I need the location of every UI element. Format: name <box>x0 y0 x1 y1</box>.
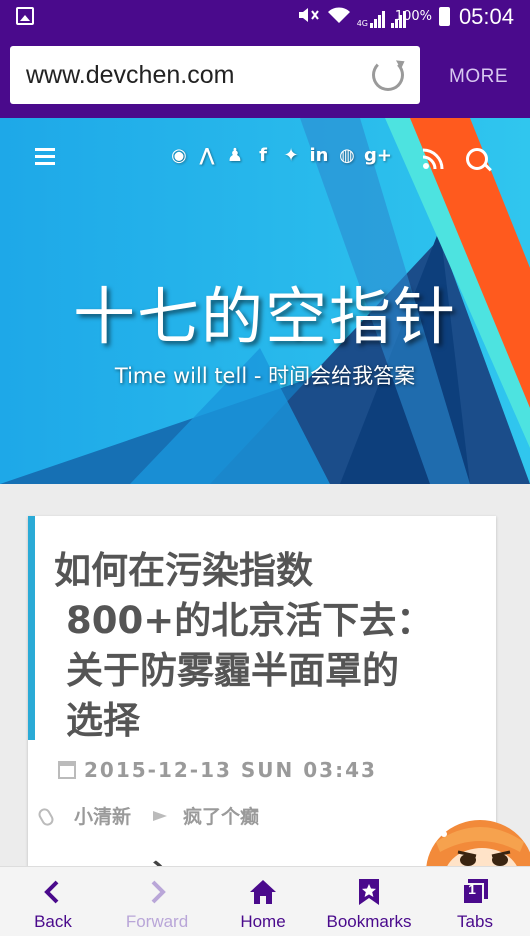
qq-icon[interactable]: ♟ <box>224 145 246 166</box>
facebook-icon[interactable]: f <box>252 145 274 166</box>
bookmarks-button[interactable]: Bookmarks <box>316 867 422 936</box>
post-date: 2015-12-13 SUN 03:43 <box>58 758 377 782</box>
post-date-text: 2015-12-13 SUN 03:43 <box>84 758 377 782</box>
post-title-line[interactable]: 800+的北京活下去： <box>54 596 474 646</box>
home-button[interactable]: Home <box>210 867 316 936</box>
more-button[interactable]: MORE <box>449 66 508 88</box>
signal-icon-1: 4G <box>357 11 385 28</box>
rss-icon[interactable] <box>422 148 444 170</box>
forward-label: Forward <box>125 912 189 931</box>
back-label: Back <box>34 912 72 931</box>
wifi-icon <box>327 6 351 28</box>
tag-link[interactable]: 疯了个癫 <box>183 806 259 828</box>
tabs-label: Tabs <box>457 912 493 931</box>
clock: 05:04 <box>458 4 514 29</box>
address-bar[interactable]: www.devchen.com <box>10 46 420 104</box>
url-text[interactable]: www.devchen.com <box>26 61 234 90</box>
post-tags: 小清新 疯了个癫 <box>36 802 259 829</box>
back-button[interactable]: Back <box>0 867 106 936</box>
bookmarks-label: Bookmarks <box>326 912 412 931</box>
status-icons: 4G <box>297 6 406 28</box>
renren-icon[interactable]: ⋀ <box>196 145 218 166</box>
browser-toolbar: www.devchen.com MORE <box>0 35 530 118</box>
browser-bottom-nav: Back Forward Home Bookmarks 1 Tabs <box>0 866 530 936</box>
paperclip-icon <box>36 806 56 828</box>
calendar-icon <box>58 761 76 779</box>
post-title-line[interactable]: 如何在污染指数 <box>54 546 474 596</box>
tag-link[interactable]: 小清新 <box>74 806 131 828</box>
status-bar: 4G 100% 05:04 <box>0 0 530 35</box>
chevron-right-icon <box>151 880 166 904</box>
twitter-icon[interactable]: ✦ <box>280 145 302 166</box>
post-title-line[interactable]: 选择 <box>54 696 474 746</box>
blog-subtitle: Time will tell - 时间会给我答案 <box>114 364 416 388</box>
tab-count: 1 <box>468 881 476 897</box>
post-title-line[interactable]: 关于防雾霾半面罩的 <box>54 646 474 696</box>
linkedin-icon[interactable]: in <box>308 145 330 166</box>
mute-icon <box>297 6 321 28</box>
post-accent-bar <box>28 516 35 740</box>
social-links: ◉ ⋀ ♟ f ✦ in ◍ g+ <box>168 145 392 166</box>
reload-icon[interactable] <box>372 59 404 91</box>
bookmark-icon <box>359 879 379 905</box>
blog-title[interactable]: 十七的空指针 <box>0 266 530 356</box>
forward-button[interactable]: Forward <box>104 867 210 936</box>
weibo-icon[interactable]: ◉ <box>168 145 190 166</box>
network-type: 4G <box>356 19 368 28</box>
home-icon <box>250 880 276 904</box>
tag-icon <box>153 811 168 821</box>
chevron-left-icon <box>44 880 59 904</box>
blog-header: ◉ ⋀ ♟ f ✦ in ◍ g+ 十七的空指针 Time will tell … <box>0 118 530 484</box>
tabs-button[interactable]: 1 Tabs <box>422 867 528 936</box>
image-notification-icon <box>16 7 34 25</box>
post-title[interactable]: 如何在污染指数 800+的北京活下去： 关于防雾霾半面罩的 选择 <box>54 546 474 746</box>
battery-percent: 100% <box>394 9 432 24</box>
battery-icon <box>439 7 450 26</box>
menu-icon[interactable] <box>35 148 55 169</box>
search-icon[interactable] <box>466 148 488 170</box>
googleplus-icon[interactable]: g+ <box>364 145 392 166</box>
github-icon[interactable]: ◍ <box>336 145 358 166</box>
home-label: Home <box>240 912 286 931</box>
